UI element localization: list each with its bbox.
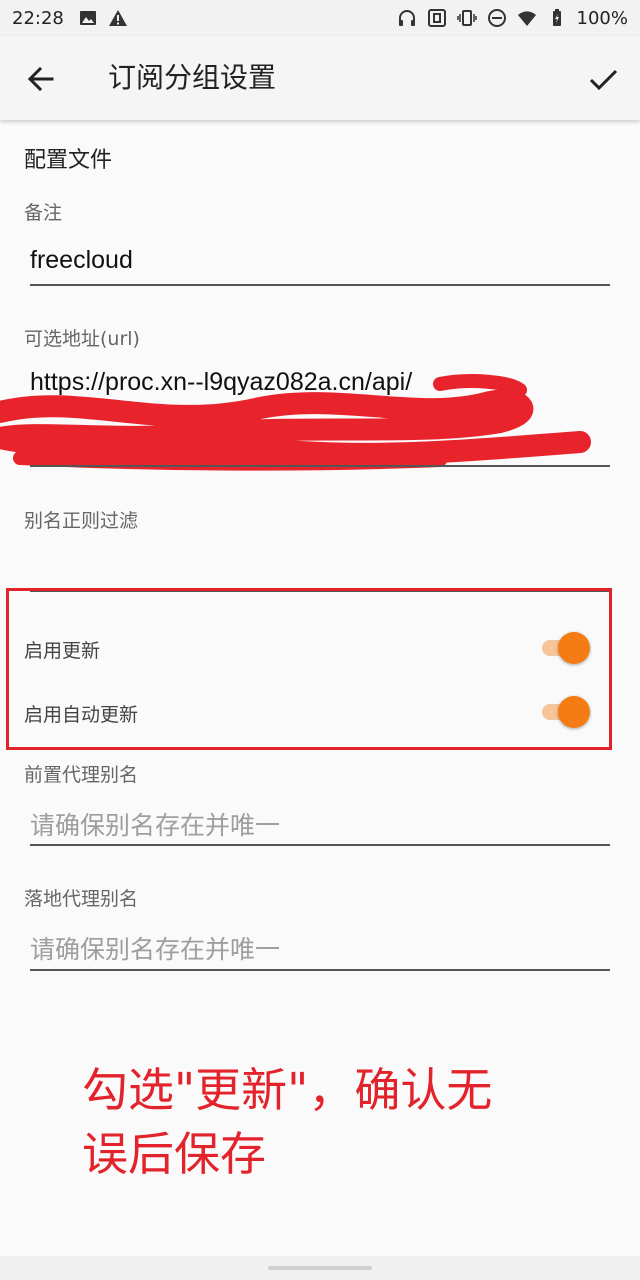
back-arrow-icon[interactable]: [24, 62, 58, 96]
app-bar: 订阅分组设置: [0, 36, 640, 120]
vibrate-icon: [456, 10, 477, 26]
navigation-bar: [0, 1256, 640, 1280]
warning-icon: [108, 10, 127, 26]
front-proxy-label: 前置代理别名: [24, 764, 139, 786]
annotation-line-1: 勾选"更新"，确认无: [82, 1063, 493, 1117]
front-proxy-field[interactable]: 请确保别名存在并唯一: [30, 806, 610, 842]
url-underline: [30, 465, 610, 467]
image-icon: [79, 11, 96, 25]
status-bar: 22:28 100%: [0, 0, 640, 36]
remark-underline: [30, 284, 610, 286]
wifi-icon: [517, 11, 536, 26]
redaction-scribble: [0, 374, 591, 471]
remark-field[interactable]: freecloud: [30, 246, 610, 275]
check-icon[interactable]: [586, 62, 620, 96]
landing-proxy-underline: [30, 969, 610, 971]
landing-proxy-field[interactable]: 请确保别名存在并唯一: [30, 930, 610, 966]
alias-filter-label: 别名正则过滤: [24, 510, 139, 532]
battery-percent: 100%: [576, 7, 628, 29]
status-time: 22:28: [12, 7, 64, 29]
dnd-icon: [487, 9, 506, 27]
front-proxy-underline: [30, 844, 610, 846]
annotation-text: 勾选"更新"，确认无 误后保存: [82, 1058, 552, 1186]
page-title: 订阅分组设置: [108, 61, 277, 94]
battery-icon: [552, 9, 561, 26]
headphones-icon: [398, 10, 415, 26]
highlight-box: [6, 588, 612, 750]
section-title: 配置文件: [24, 148, 113, 173]
nav-gesture-handle[interactable]: [268, 1266, 372, 1270]
annotation-line-2: 误后保存: [82, 1127, 266, 1181]
landing-proxy-label: 落地代理别名: [24, 888, 139, 910]
remark-label: 备注: [24, 202, 63, 224]
nfc-icon: [427, 9, 446, 27]
url-label: 可选地址(url): [24, 328, 140, 350]
